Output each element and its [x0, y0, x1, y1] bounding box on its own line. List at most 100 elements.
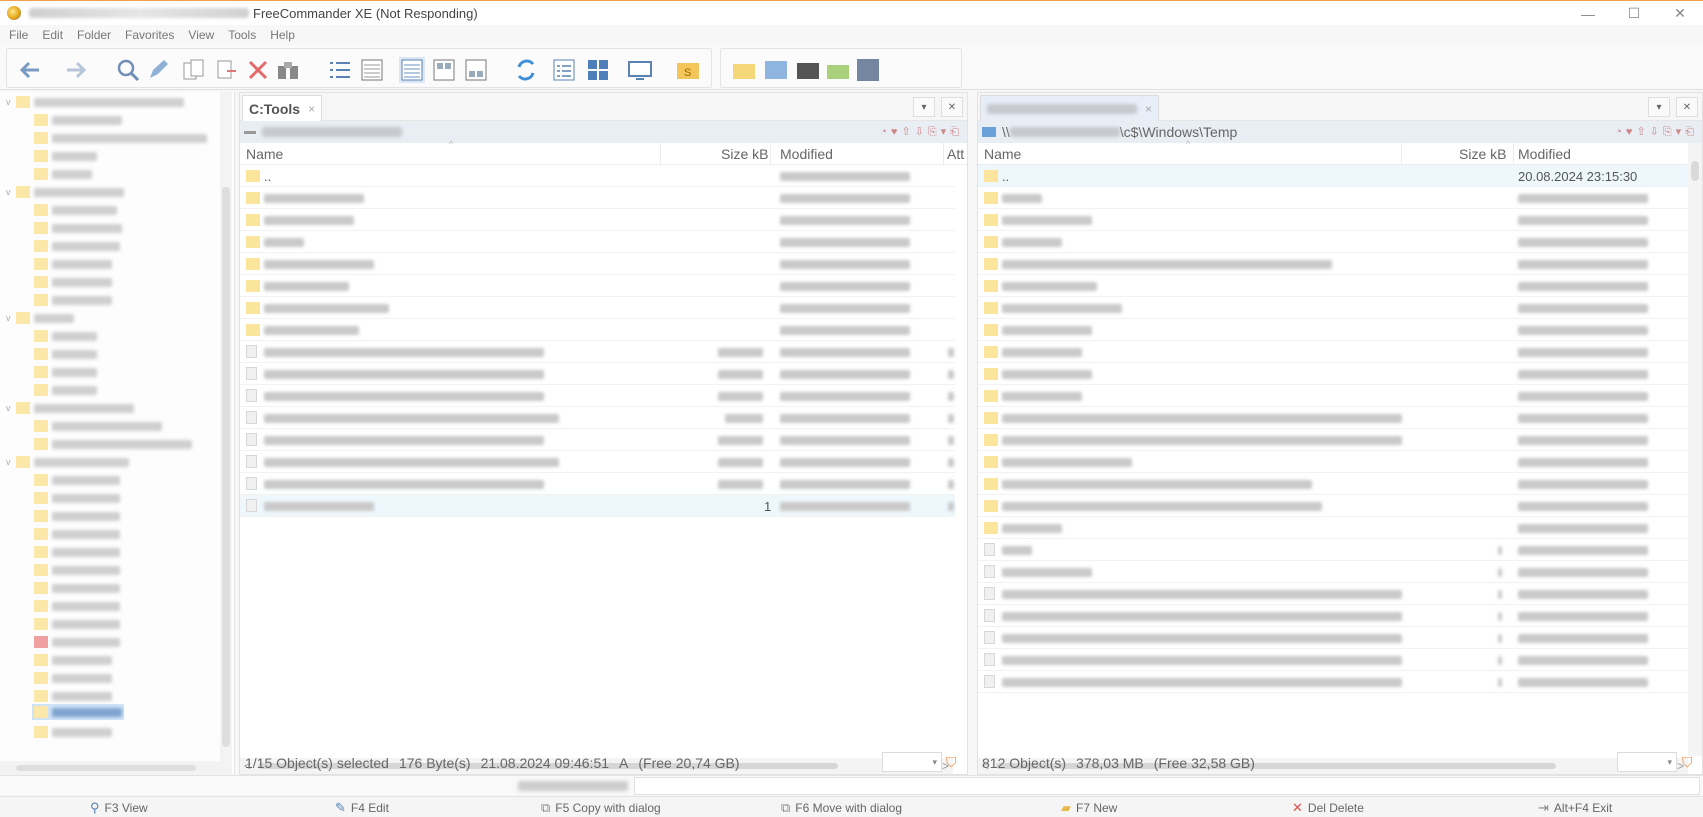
menu-file[interactable]: File	[9, 28, 28, 42]
list-item[interactable]	[978, 319, 1688, 341]
forward-arrow-icon[interactable]	[63, 57, 89, 83]
column-separator[interactable]	[1513, 143, 1514, 165]
tree-node[interactable]	[34, 346, 97, 362]
f7-new-button[interactable]: ▰ F7 New	[1061, 800, 1117, 816]
tree-node-selected[interactable]	[32, 704, 124, 720]
tree-node[interactable]	[34, 418, 162, 434]
back-arrow-icon[interactable]	[17, 57, 43, 83]
delete-icon[interactable]	[245, 57, 271, 83]
list-item[interactable]	[240, 385, 955, 407]
path-actions-icons[interactable]: ◔♥⇧⇩⎘▾⎗	[1615, 125, 1698, 139]
folder-tree[interactable]: v v v v v	[0, 92, 235, 775]
details-view-icon[interactable]	[359, 57, 385, 83]
grid-icon[interactable]	[585, 57, 611, 83]
minimize-button[interactable]: —	[1565, 1, 1611, 26]
close-icon[interactable]: ×	[308, 102, 315, 116]
chevron-down-icon[interactable]: ▾	[1648, 97, 1670, 117]
tree-node[interactable]: v	[6, 310, 74, 326]
tree-node[interactable]	[34, 580, 120, 596]
tree-node[interactable]	[34, 724, 112, 740]
list-item[interactable]	[978, 341, 1688, 363]
right-drive-dropdown[interactable]: ▾	[1617, 752, 1677, 772]
tree-node[interactable]	[34, 112, 122, 128]
tree-node[interactable]	[34, 130, 207, 146]
checklist-icon[interactable]	[551, 57, 577, 83]
tree-node[interactable]	[34, 508, 120, 524]
tree-node[interactable]	[34, 256, 112, 272]
tree-node[interactable]: v	[6, 454, 129, 470]
tree-node[interactable]	[34, 220, 122, 236]
tree-node[interactable]	[34, 202, 117, 218]
scroll-thumb[interactable]	[16, 765, 196, 771]
list-item[interactable]	[240, 209, 955, 231]
scroll-thumb[interactable]	[1691, 161, 1699, 181]
list-item[interactable]	[978, 605, 1688, 627]
list-item[interactable]	[240, 363, 955, 385]
list-item[interactable]	[978, 495, 1688, 517]
terminal-icon[interactable]	[795, 57, 821, 83]
chevron-down-icon[interactable]: v	[6, 457, 16, 467]
filter-icon[interactable]: ⛉	[946, 754, 962, 770]
tree-node[interactable]: v	[6, 94, 184, 110]
tree-node[interactable]	[34, 274, 112, 290]
tree-node[interactable]	[34, 292, 112, 308]
menu-favorites[interactable]: Favorites	[125, 28, 174, 42]
list-item[interactable]	[978, 187, 1688, 209]
list-item-selected[interactable]: 1	[240, 495, 955, 517]
tree-node[interactable]: v	[6, 400, 134, 416]
list-item[interactable]	[240, 473, 955, 495]
tree-node[interactable]	[34, 382, 97, 398]
del-delete-button[interactable]: ✕ Del Delete	[1292, 800, 1364, 816]
list-item[interactable]	[240, 275, 955, 297]
menu-help[interactable]: Help	[270, 28, 295, 42]
tree-node[interactable]	[34, 526, 120, 542]
sync-icon[interactable]	[513, 57, 539, 83]
maximize-button[interactable]: ☐	[1611, 1, 1657, 26]
list-item[interactable]	[978, 451, 1688, 473]
tree-horizontal-scrollbar[interactable]	[0, 761, 220, 775]
f5-copy-button[interactable]: ⧉ F5 Copy with dialog	[541, 800, 661, 816]
list-item[interactable]	[978, 407, 1688, 429]
copy-icon[interactable]	[181, 57, 207, 83]
picture-icon[interactable]	[763, 57, 789, 83]
tree-node[interactable]: v	[6, 184, 124, 200]
list-item[interactable]	[978, 209, 1688, 231]
tree-node[interactable]	[34, 562, 120, 578]
move-icon[interactable]	[213, 57, 239, 83]
right-vertical-scrollbar[interactable]	[1688, 143, 1702, 756]
f4-edit-button[interactable]: ✎ F4 Edit	[335, 800, 389, 816]
left-drive-dropdown[interactable]: ▾	[882, 752, 942, 772]
column-size[interactable]: Size kB	[1459, 146, 1506, 162]
column-name[interactable]: Name	[246, 146, 283, 162]
search-icon[interactable]	[115, 57, 141, 83]
list-item[interactable]	[240, 341, 955, 363]
column-separator[interactable]	[770, 143, 771, 165]
list-item[interactable]	[978, 275, 1688, 297]
close-icon[interactable]: ×	[1145, 102, 1152, 116]
tree-node[interactable]	[34, 166, 92, 182]
chevron-down-icon[interactable]: v	[6, 403, 16, 413]
filter-icon[interactable]: ⛉	[1682, 754, 1698, 770]
list-item[interactable]	[978, 627, 1688, 649]
list-item[interactable]	[978, 539, 1688, 561]
list-item[interactable]	[978, 363, 1688, 385]
list-item[interactable]	[978, 385, 1688, 407]
list-item[interactable]	[978, 231, 1688, 253]
column-separator[interactable]	[943, 143, 944, 165]
chevron-down-icon[interactable]: ▾	[913, 97, 935, 117]
list-view-icon[interactable]	[327, 57, 353, 83]
folder-icon[interactable]	[731, 57, 757, 83]
list-item[interactable]	[978, 671, 1688, 693]
column-modified[interactable]: Modified	[780, 146, 833, 162]
column-attributes[interactable]: Att	[947, 146, 964, 162]
list-item[interactable]	[240, 451, 955, 473]
tree-vertical-scrollbar[interactable]	[220, 92, 232, 775]
tree-node[interactable]	[34, 598, 120, 614]
list-item[interactable]	[978, 583, 1688, 605]
folder-s-icon[interactable]: S	[675, 57, 701, 83]
list-item[interactable]	[978, 253, 1688, 275]
menu-tools[interactable]: Tools	[228, 28, 256, 42]
list-item[interactable]	[978, 561, 1688, 583]
menu-edit[interactable]: Edit	[42, 28, 63, 42]
left-path-bar[interactable]: ◔♥⇧⇩⎘▾⎗	[240, 121, 967, 143]
